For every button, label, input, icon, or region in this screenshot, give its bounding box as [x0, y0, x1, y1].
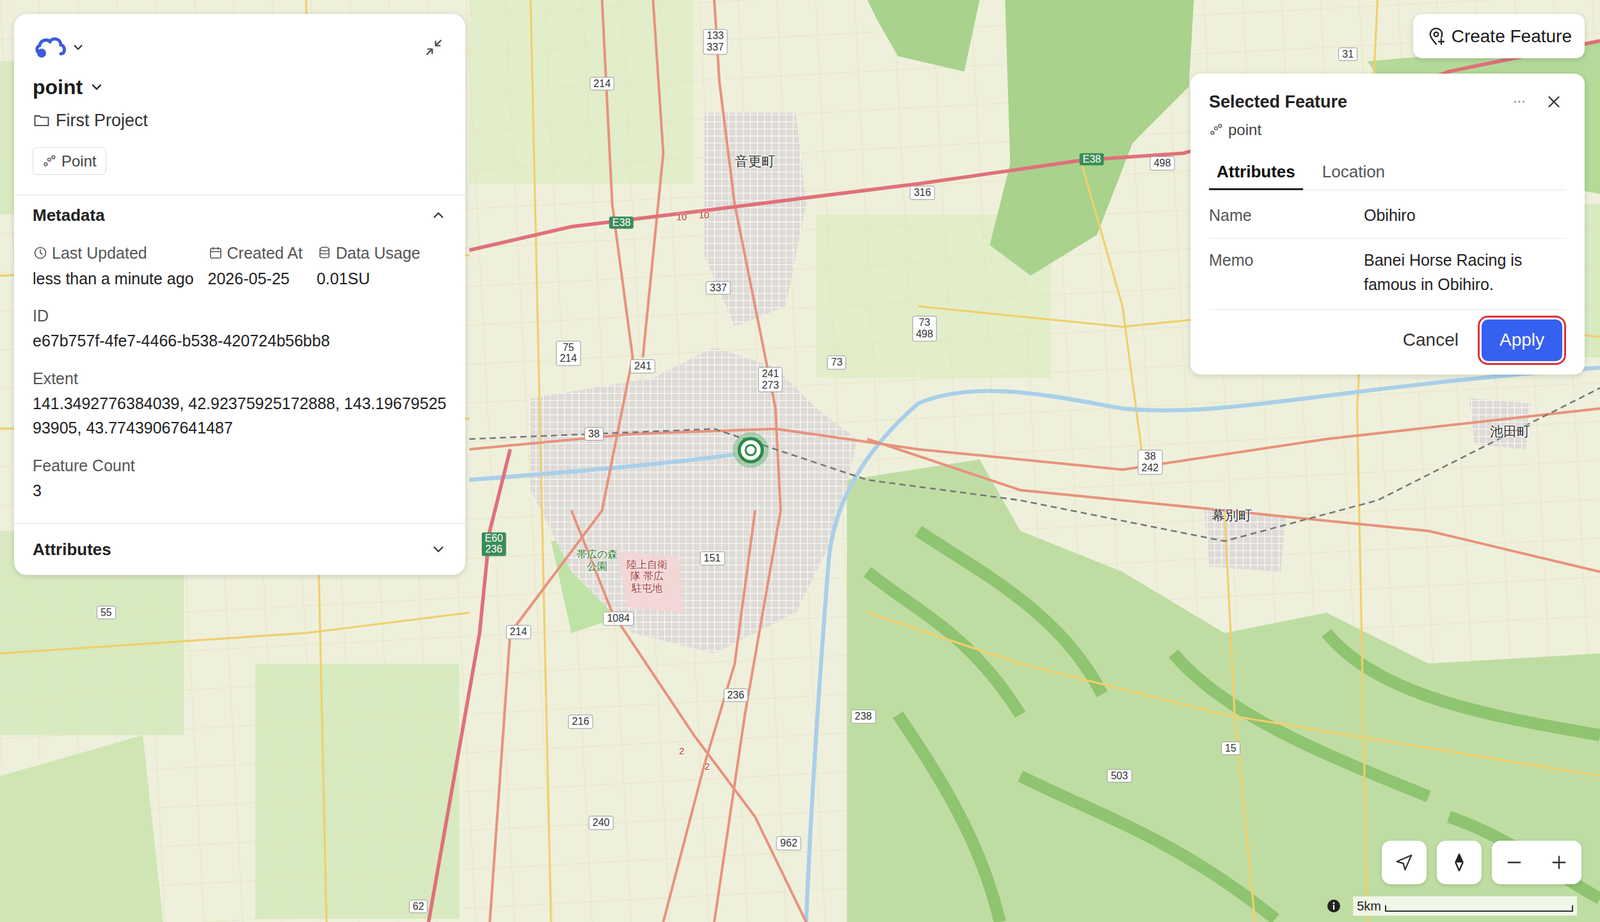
- map-label: 38242: [1137, 449, 1163, 475]
- folder-icon: [32, 111, 51, 130]
- map-label: 241: [630, 359, 656, 374]
- point-layer-icon: [1208, 122, 1224, 137]
- map-label: E38: [1079, 152, 1104, 166]
- create-feature-button[interactable]: Create Feature: [1413, 14, 1585, 59]
- chevron-down-icon: [430, 540, 447, 558]
- locate-button[interactable]: [1381, 840, 1427, 884]
- map-label: 38: [584, 426, 604, 441]
- map-label: 池田町: [1489, 422, 1531, 441]
- zoom-out-button[interactable]: [1491, 840, 1537, 884]
- minus-icon: [1504, 851, 1525, 873]
- attribute-value[interactable]: Obihiro: [1363, 202, 1567, 228]
- scale-line: [1384, 904, 1574, 912]
- map-label: 帯広の森公園: [576, 548, 618, 573]
- attribute-row: MemoBanei Horse Racing is famous in Obih…: [1208, 238, 1567, 310]
- map-label: 62: [408, 899, 429, 914]
- map-label: 151: [700, 551, 726, 566]
- compass-button[interactable]: [1436, 840, 1482, 884]
- info-icon[interactable]: [1326, 897, 1342, 914]
- map-label: 241273: [757, 367, 783, 393]
- metadata-section: Metadata Last Updatedless than a minute a…: [14, 194, 466, 523]
- chevron-up-icon: [430, 206, 447, 224]
- metadata-detail: IDe67b757f-4fe7-4466-b538-420724b56bb8: [32, 304, 447, 353]
- attribute-value[interactable]: Banei Horse Racing is famous in Obihiro.: [1363, 247, 1567, 297]
- metadata-detail: Feature Count3: [32, 453, 447, 503]
- map-label: 2: [704, 759, 710, 771]
- feature-tab[interactable]: Attributes: [1208, 160, 1304, 191]
- attributes-header[interactable]: Attributes: [14, 523, 466, 575]
- close-icon: [1544, 92, 1564, 112]
- map-label: 音更町: [734, 152, 776, 171]
- map-label: E60236: [481, 531, 506, 556]
- map-controls: [1381, 840, 1582, 884]
- map-label: 73498: [912, 316, 937, 342]
- map-label: 214: [589, 76, 615, 91]
- attributes-section: Attributes: [14, 522, 466, 575]
- plus-icon: [1548, 851, 1570, 873]
- map-label: 962: [776, 835, 802, 850]
- map-label: 503: [1107, 768, 1133, 783]
- database-icon: [316, 245, 333, 261]
- zoom-in-button[interactable]: [1536, 840, 1582, 884]
- map-label: 238: [850, 709, 876, 724]
- chevron-down-icon: [71, 40, 86, 55]
- map-label: 幕別町: [1211, 506, 1252, 525]
- layer-menu[interactable]: point: [32, 74, 105, 100]
- navigation-arrow-icon: [1393, 851, 1416, 873]
- metadata-field: Data Usage0.01SU: [316, 241, 421, 290]
- pin-icon: [731, 430, 770, 470]
- map-label: 73: [826, 355, 847, 370]
- map-pin-plus-icon: [1425, 26, 1447, 47]
- feature-layer: point: [1208, 119, 1567, 141]
- selected-feature-panel: Selected FeaturepointAttributesLocationN…: [1190, 73, 1585, 375]
- collapse-button[interactable]: [421, 34, 447, 61]
- map-label: 31: [1338, 47, 1358, 62]
- feature-tabs: Attributes Location: [1208, 160, 1567, 191]
- close-button[interactable]: [1541, 89, 1567, 114]
- map-label: 216: [568, 714, 594, 729]
- map-app: 133337 214 音更町 E38 10 10 316 E38 498 31 337 75214 24…: [0, 0, 1600, 922]
- project-link[interactable]: First Project: [32, 108, 148, 132]
- point-layer-icon: [42, 154, 57, 169]
- clock-icon: [32, 245, 48, 261]
- metadata-field: Last Updatedless than a minute ago: [32, 241, 194, 290]
- map-label: 55: [96, 605, 116, 620]
- map-label: 236: [723, 688, 749, 703]
- map-label: 10: [676, 211, 688, 223]
- layer-panel: point First Project Point Metadata Last Upda…: [14, 14, 466, 575]
- compass-icon: [1448, 851, 1471, 873]
- calendar-icon: [208, 245, 224, 261]
- more-icon: [1511, 93, 1528, 111]
- attribute-row: NameObihiro: [1208, 190, 1567, 239]
- map-label: 133337: [702, 29, 728, 55]
- cancel-button[interactable]: Cancel: [1397, 319, 1464, 361]
- metadata-field: Created At2026-05-25: [208, 241, 303, 290]
- workspace-menu[interactable]: [32, 34, 86, 61]
- feature-tab[interactable]: Location: [1314, 160, 1393, 191]
- map-label: 214: [506, 624, 532, 639]
- feature-pin[interactable]: [731, 430, 770, 470]
- map-label: 337: [705, 280, 731, 296]
- collapse-icon: [423, 37, 445, 58]
- metadata-header[interactable]: Metadata: [14, 195, 466, 235]
- map-label: 1084: [602, 611, 634, 626]
- type-badge: Point: [32, 147, 107, 175]
- map-label: 陸上自衛隊 帯広駐屯地: [626, 558, 668, 594]
- cloud-logo-icon: [32, 34, 69, 61]
- map-label: 15: [1221, 741, 1241, 756]
- metadata-detail: Extent141.3492776384039, 42.923759251728…: [32, 366, 447, 440]
- map-label: 75214: [556, 340, 582, 366]
- map-label: 316: [910, 186, 936, 201]
- more-button[interactable]: [1508, 90, 1531, 113]
- map-label: 2: [679, 744, 685, 756]
- map-label: 10: [698, 208, 710, 220]
- zoom-controls: [1491, 840, 1582, 884]
- map-label: 240: [588, 815, 614, 830]
- chevron-down-icon: [88, 79, 105, 95]
- scale-bar: 5km: [1326, 896, 1577, 916]
- map-label: E38: [609, 216, 634, 230]
- apply-button[interactable]: Apply: [1481, 319, 1563, 361]
- map-label: 498: [1150, 156, 1176, 171]
